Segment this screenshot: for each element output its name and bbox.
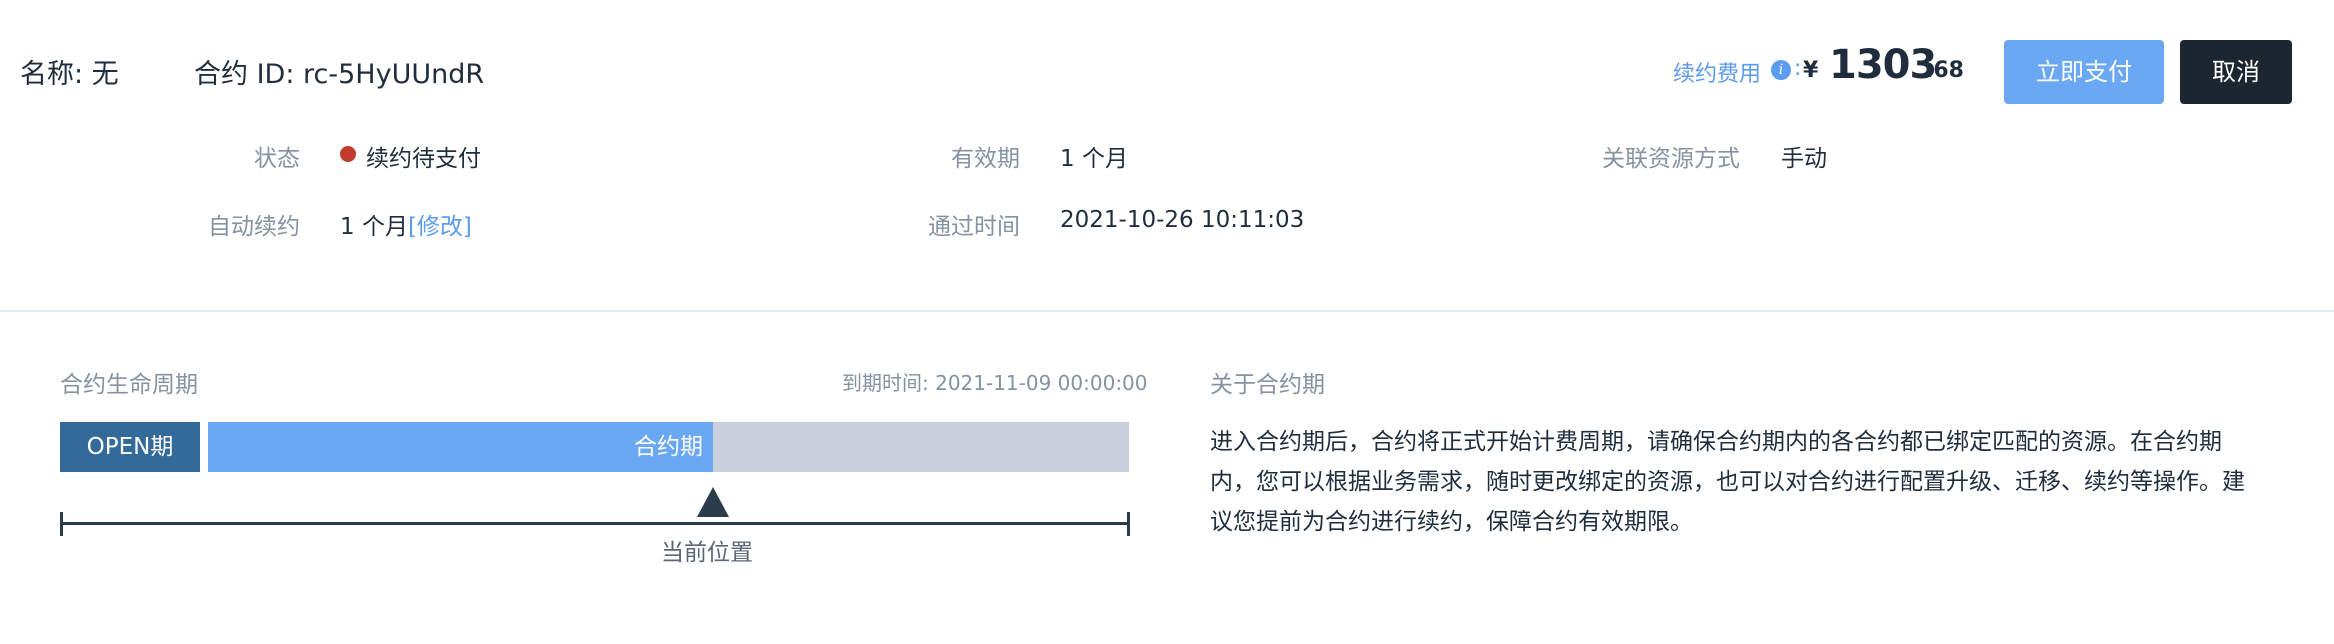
current-position-label: 当前位置 [661, 540, 753, 566]
fee-amount-integer: 1303 [1829, 42, 1937, 88]
timeline-end-tick [1127, 512, 1130, 536]
contract-period-segment: 合约期 [208, 422, 713, 472]
approved-time-label: 通过时间 [928, 214, 1020, 240]
auto-renew-field: 1 个月[修改] [340, 207, 472, 241]
approved-time-value: 2021-10-26 10:11:03 [1060, 207, 1305, 233]
timeline-axis [60, 522, 1130, 525]
validity-label: 有效期 [951, 146, 1020, 172]
current-position-pointer-icon [697, 487, 729, 517]
binding-method-value: 手动 [1781, 146, 1827, 172]
validity-value: 1 个月 [1060, 146, 1128, 172]
about-description: 进入合约期后，合约将正式开始计费周期，请确保合约期内的各合约都已绑定匹配的资源。… [1210, 429, 2245, 535]
auto-renew-value: 1 个月 [340, 214, 408, 240]
contract-id: 合约 ID: rc-5HyUUndR [194, 59, 485, 90]
currency-symbol: ¥ [1803, 58, 1819, 83]
status-value: 续约待支付 [366, 146, 481, 172]
open-period-segment: OPEN期 [60, 422, 200, 472]
fee-amount-decimal: .68 [1925, 58, 1964, 83]
modify-link[interactable]: [修改] [408, 214, 472, 240]
fee-colon: : [1794, 56, 1802, 81]
renewal-fee-label: 续约费用 [1673, 62, 1762, 87]
remaining-period-segment [713, 422, 1129, 472]
binding-method-label: 关联资源方式 [1602, 146, 1740, 172]
status-indicator [340, 146, 356, 162]
lifecycle-title: 合约生命周期 [60, 372, 198, 398]
info-icon[interactable]: i [1771, 60, 1791, 80]
status-label: 状态 [254, 146, 300, 172]
contract-name: 名称: 无 [20, 59, 119, 90]
pay-now-button[interactable]: 立即支付 [2004, 40, 2164, 104]
auto-renew-label: 自动续约 [208, 214, 300, 240]
timeline-start-tick [60, 512, 63, 536]
section-divider [0, 310, 2334, 312]
about-title: 关于合约期 [1210, 372, 1325, 398]
cancel-button[interactable]: 取消 [2180, 40, 2292, 104]
due-time: 到期时间: 2021-11-09 00:00:00 [842, 371, 1148, 395]
